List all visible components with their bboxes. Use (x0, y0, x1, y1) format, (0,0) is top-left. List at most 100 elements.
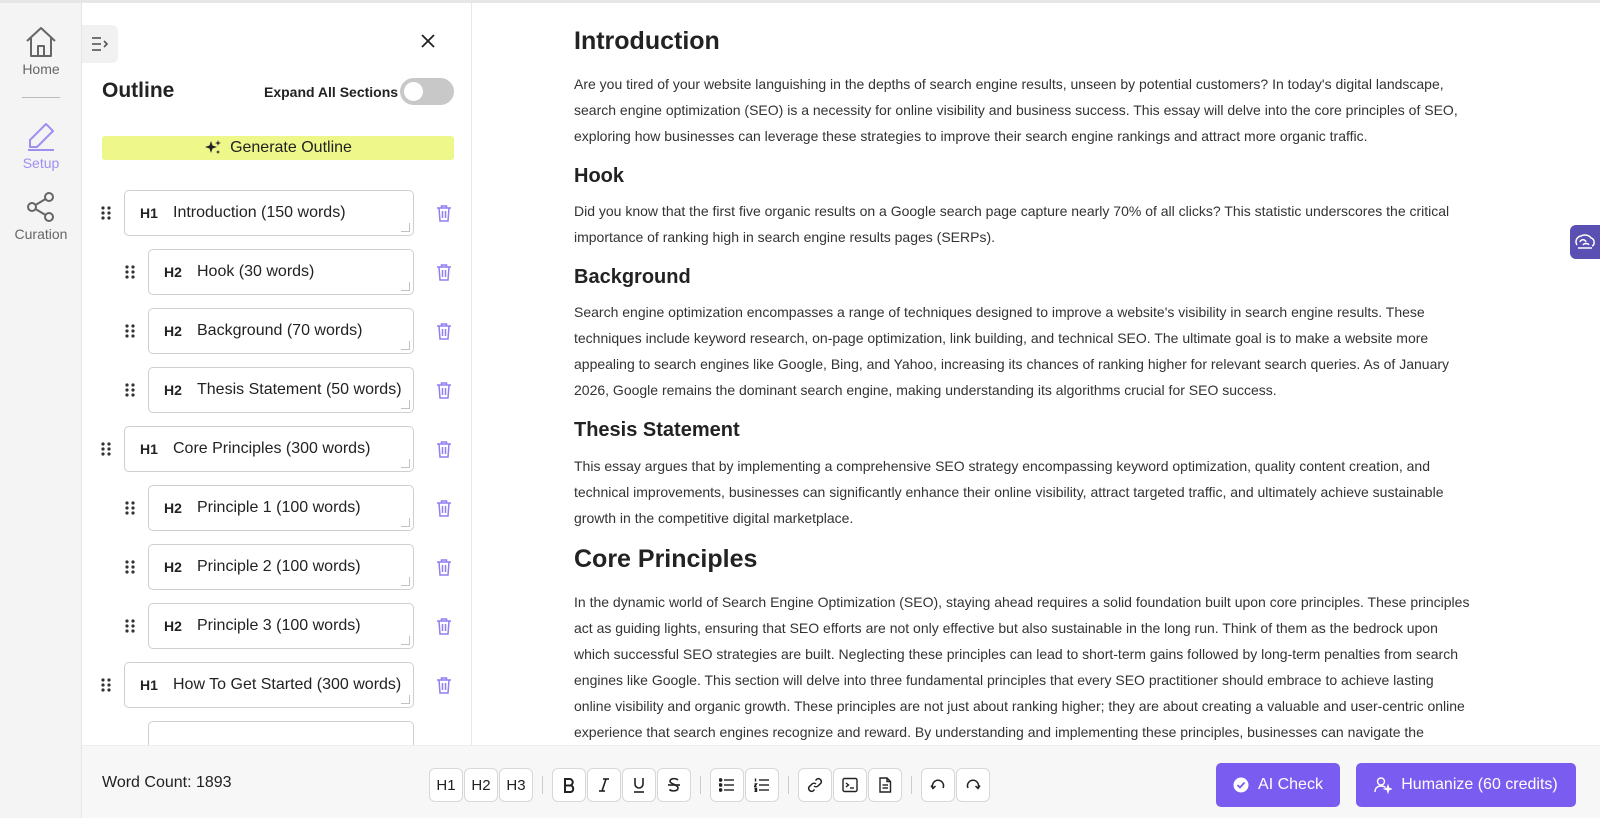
outline-item: H1 How To Get Started (300 words) (98, 661, 414, 709)
outline-list: H1 Introduction (150 words) H2 Hook (30 … (82, 189, 472, 749)
home-icon (26, 27, 56, 57)
outline-item-input[interactable]: H2 Principle 3 (100 words) (148, 603, 414, 649)
side-widget-tab[interactable] (1570, 225, 1600, 259)
bullet-list-button[interactable] (710, 768, 744, 802)
outline-item-input[interactable]: H2 Principle 1 (100 words) (148, 485, 414, 531)
delete-icon[interactable] (436, 381, 452, 399)
outline-item: H2 Principle 3 (100 words) (122, 602, 414, 650)
pencil-icon (28, 123, 54, 151)
strikethrough-button[interactable] (657, 768, 691, 802)
collapse-panel-button[interactable] (82, 25, 118, 63)
nav-curation[interactable]: Curation (0, 190, 82, 242)
humanize-button[interactable]: Humanize (60 credits) (1356, 763, 1576, 807)
delete-icon[interactable] (436, 322, 452, 340)
outline-item-text: Background (70 words) (197, 322, 363, 339)
paragraph-hook: Did you know that the first five organic… (574, 203, 1450, 245)
collapse-sidebar-icon (92, 37, 109, 51)
outline-title: Outline (102, 79, 175, 102)
delete-icon[interactable] (436, 499, 452, 517)
drag-handle-icon[interactable] (122, 383, 138, 397)
nav-home[interactable]: Home (0, 25, 82, 77)
numbered-list-button[interactable] (745, 768, 779, 802)
drag-handle-icon[interactable] (122, 324, 138, 338)
drag-handle-icon[interactable] (98, 206, 114, 220)
outline-item: H2 Thesis Statement (50 words) (122, 366, 414, 414)
rail-divider (22, 97, 60, 98)
italic-button[interactable] (587, 768, 621, 802)
generate-outline-button[interactable]: Generate Outline (102, 136, 454, 160)
humanize-label: Humanize (60 credits) (1401, 776, 1558, 793)
outline-item-input[interactable]: H2 Background (70 words) (148, 308, 414, 354)
outline-item: H2 Background (70 words) (122, 307, 414, 355)
ai-check-label: AI Check (1258, 776, 1323, 793)
close-icon (421, 34, 435, 48)
outline-item-input[interactable]: H1 How To Get Started (300 words) (124, 662, 414, 708)
user-sparkle-icon (1374, 777, 1393, 794)
heading-background: Background (574, 266, 691, 288)
outline-item-text: Principle 1 (100 words) (197, 499, 361, 516)
heading-level-badge: H2 (164, 264, 182, 280)
heading-level-badge: H2 (164, 559, 182, 575)
h3-button[interactable]: H3 (499, 768, 533, 802)
outline-item: H2 Principle 1 (100 words) (122, 484, 414, 532)
outline-item: H1 Core Principles (300 words) (98, 425, 414, 473)
redo-button[interactable] (956, 768, 990, 802)
outline-item-input[interactable]: H1 Core Principles (300 words) (124, 426, 414, 472)
delete-icon[interactable] (436, 676, 452, 694)
bullet-list-icon (719, 778, 734, 792)
heading-level-badge: H1 (140, 677, 158, 693)
delete-icon[interactable] (436, 440, 452, 458)
sparkle-icon (205, 140, 222, 154)
nav-setup[interactable]: Setup (0, 119, 82, 171)
document-button[interactable] (868, 768, 902, 802)
heading-level-badge: H2 (164, 618, 182, 634)
heading-core-principles: Core Principles (574, 545, 758, 573)
check-circle-icon (1233, 777, 1249, 793)
bold-button[interactable] (552, 768, 586, 802)
drag-handle-icon[interactable] (122, 619, 138, 633)
outline-item: H1 Introduction (150 words) (98, 189, 414, 237)
h1-button[interactable]: H1 (429, 768, 463, 802)
delete-icon[interactable] (436, 204, 452, 222)
drag-handle-icon[interactable] (98, 442, 114, 456)
outline-item-input[interactable]: H2 Principle 2 (100 words) (148, 544, 414, 590)
drag-handle-icon[interactable] (122, 560, 138, 574)
outline-item: H2 Hook (30 words) (122, 248, 414, 296)
undo-button[interactable] (921, 768, 955, 802)
word-count: Word Count: 1893 (102, 774, 232, 791)
outline-item-input[interactable]: H1 Introduction (150 words) (124, 190, 414, 236)
bold-icon (564, 778, 575, 793)
delete-icon[interactable] (436, 263, 452, 281)
drag-handle-icon[interactable] (98, 678, 114, 692)
outline-item-input[interactable]: H2 Hook (30 words) (148, 249, 414, 295)
paragraph-background: Search engine optimization encompasses a… (574, 304, 1450, 398)
nav-home-label: Home (22, 61, 60, 77)
link-button[interactable] (798, 768, 832, 802)
document-editor[interactable]: Introduction Are you tired of your websi… (472, 3, 1600, 743)
toolbar-divider (700, 776, 701, 794)
expand-all-toggle[interactable] (400, 78, 454, 105)
toolbar-divider (542, 776, 543, 794)
left-rail: Home Setup Curation (0, 3, 82, 818)
share-icon (27, 192, 54, 222)
code-block-button[interactable] (833, 768, 867, 802)
terminal-icon (842, 777, 858, 793)
ai-check-button[interactable]: AI Check (1216, 763, 1340, 807)
underline-button[interactable] (622, 768, 656, 802)
nav-curation-label: Curation (14, 226, 68, 242)
h2-button[interactable]: H2 (464, 768, 498, 802)
delete-icon[interactable] (436, 617, 452, 635)
drag-handle-icon[interactable] (122, 501, 138, 515)
generate-outline-label: Generate Outline (230, 139, 352, 156)
heading-level-badge: H1 (140, 205, 158, 221)
paragraph-core-principles: In the dynamic world of Search Engine Op… (574, 594, 1470, 740)
close-panel-button[interactable] (416, 29, 440, 53)
delete-icon[interactable] (436, 558, 452, 576)
outline-item-input[interactable]: H2 Thesis Statement (50 words) (148, 367, 414, 413)
outline-item-text: Core Principles (300 words) (173, 440, 371, 457)
heading-introduction: Introduction (574, 27, 720, 55)
drag-handle-icon[interactable] (122, 265, 138, 279)
toolbar-divider (788, 776, 789, 794)
expand-all-label: Expand All Sections (264, 84, 399, 100)
heading-thesis: Thesis Statement (574, 419, 740, 441)
